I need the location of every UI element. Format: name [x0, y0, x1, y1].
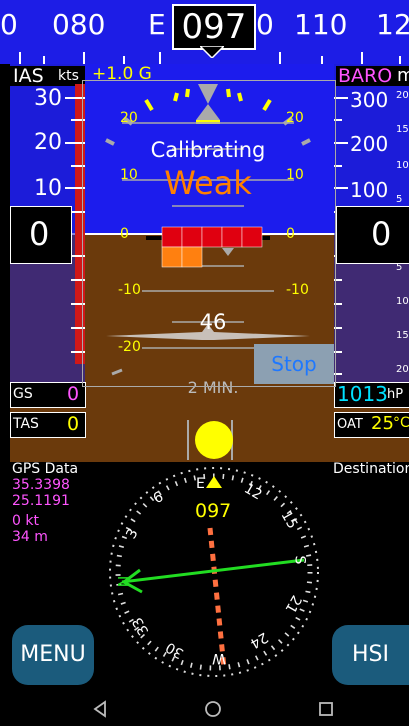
ias-unit: kts: [58, 68, 79, 84]
tas-value: 0: [67, 413, 80, 435]
heading-tick: 0: [0, 8, 18, 41]
heading-pointer-icon: [200, 46, 224, 58]
system-navigation-bar: [0, 692, 409, 726]
compass-label: W: [212, 650, 226, 666]
home-icon[interactable]: [204, 700, 222, 718]
alt-tick-label: 300: [350, 88, 389, 112]
heading-readout: 097: [172, 4, 256, 50]
heading-tape: 0 080 E 0 110 120 097: [0, 0, 409, 64]
heading-tick: 080: [52, 8, 106, 41]
heading-tick: 0: [256, 8, 274, 41]
hsi-button[interactable]: HSI: [332, 625, 409, 685]
vs-tick-label: 5: [396, 194, 403, 205]
baro-unit: m: [397, 65, 409, 86]
baro-setting: 1013: [337, 382, 388, 406]
speed-tick-label: 10: [34, 176, 62, 201]
gs-value: 0: [67, 383, 80, 405]
speed-tick-label: 20: [34, 130, 62, 155]
alt-tick-label: 200: [350, 132, 389, 156]
gps-title: GPS Data: [12, 461, 79, 477]
gps-lat: 35.3398: [12, 477, 70, 493]
ias-label: IAS: [13, 65, 44, 87]
altitude-readout-box: 0: [336, 206, 409, 264]
baro-setting-box[interactable]: 1013 hP: [334, 382, 409, 408]
baro-label: BARO: [338, 65, 393, 87]
gps-lon: 25.1191: [12, 493, 70, 509]
vs-tick-label: 10: [396, 160, 409, 171]
compass-label: S: [291, 555, 308, 565]
vs-tick-label: 15: [396, 124, 409, 135]
oat-label: OAT: [337, 417, 363, 432]
recents-icon[interactable]: [318, 700, 334, 718]
oat-box: OAT 25 °C: [334, 412, 409, 438]
baro-setting-unit: hP: [387, 387, 404, 402]
back-icon[interactable]: [92, 700, 108, 718]
vs-tick-label: 10: [396, 296, 409, 307]
vs-tick-label: 15: [396, 330, 409, 341]
gs-box: GS 0: [10, 382, 86, 408]
compass-label-north: N: [114, 575, 134, 588]
heading-tick: 110: [294, 8, 348, 41]
speed-tick-label: 30: [34, 86, 62, 111]
slip-indicator: [187, 420, 233, 460]
gs-label: GS: [13, 386, 33, 402]
oat-unit: °C: [393, 415, 409, 431]
compass-heading: 097: [195, 500, 232, 522]
altitude-readout: 0: [371, 215, 392, 253]
gps-speed: 0 kt: [12, 513, 39, 529]
destination-title: Destination: [333, 461, 409, 477]
oat-value: 25: [371, 413, 394, 434]
tas-box: TAS 0: [10, 412, 86, 438]
gps-altitude: 34 m: [12, 529, 48, 545]
heading-tick: 120: [376, 8, 409, 41]
heading-tick: E: [148, 8, 166, 41]
compass-label: E: [196, 476, 205, 492]
tas-label: TAS: [13, 416, 39, 432]
speed-readout-box: 0: [10, 206, 72, 264]
speed-readout: 0: [29, 215, 50, 253]
calibration-overlay: [82, 80, 336, 387]
vs-tick-label: 20: [396, 364, 409, 375]
vs-tick-label: 20: [396, 90, 409, 101]
menu-button[interactable]: MENU: [12, 625, 94, 685]
alt-tick-label: 100: [350, 178, 389, 202]
